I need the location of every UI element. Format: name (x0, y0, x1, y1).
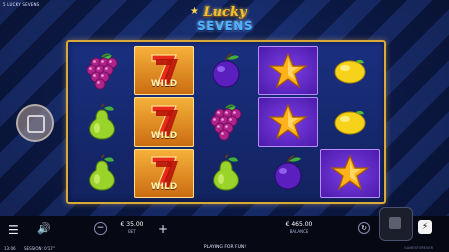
bet-label: BET (128, 229, 136, 234)
reel-symbol-lucky7-wild: WILD (134, 46, 194, 96)
balance-label: BALANCE (289, 229, 309, 234)
reel-symbol-star (258, 46, 318, 96)
game-logo: ★ Lucky SEVENS (182, 6, 268, 38)
reel-symbol-star (258, 97, 318, 147)
reel-grid: WILD WILD WILD (72, 46, 380, 198)
stop-icon (389, 217, 401, 229)
grapes-icon (210, 104, 242, 141)
reel-symbol-lucky7-wild: WILD (134, 97, 194, 147)
balance-value: € 465.00 (285, 221, 313, 228)
star-icon (268, 52, 308, 89)
menu-icon[interactable]: ☰ (8, 223, 19, 237)
wild-label: WILD (150, 79, 178, 90)
spin-button[interactable] (379, 207, 413, 241)
lemon-icon (334, 110, 366, 135)
logo-line2: SEVENS (196, 19, 253, 33)
reel-symbol-lemon (320, 46, 380, 95)
game-title: 5 LUCKY SEVENS (3, 2, 40, 7)
reel-symbol-star (320, 148, 380, 198)
status-text: PLAYING FOR FUN! (203, 245, 247, 250)
side-action-button[interactable] (16, 104, 54, 142)
clock: 13:06 (4, 246, 16, 251)
speaker-icon[interactable]: 🔊 (37, 222, 51, 235)
square-icon (27, 115, 45, 133)
reel-symbol-grapes (72, 46, 132, 95)
wild-label: WILD (150, 130, 178, 141)
bet-increase-button[interactable]: + (158, 222, 168, 236)
turbo-button[interactable]: ⚡ (418, 220, 432, 234)
reel-symbol-pear (196, 149, 256, 198)
reel-symbol-grapes (196, 97, 256, 146)
bottom-bar: ☰ 🔊 − € 35.00 BET + € 465.00 BALANCE ↻ ⚡… (0, 207, 449, 252)
reel-symbol-pear (72, 97, 132, 146)
plum-icon (274, 155, 302, 190)
reel-symbol-lemon (320, 97, 380, 146)
lightning-icon: ⚡ (421, 222, 429, 232)
reel-symbol-lucky7-wild: WILD (134, 148, 194, 198)
pear-icon (89, 103, 115, 140)
bet-decrease-button[interactable]: − (94, 222, 107, 235)
pear-icon (89, 154, 115, 191)
autoplay-icon[interactable]: ↻ (358, 222, 370, 234)
star-icon (268, 103, 308, 140)
wild-label: WILD (150, 181, 178, 192)
bet-value: € 35.00 (120, 221, 144, 228)
logo-star-icon: ★ (190, 6, 199, 17)
session-timer: SESSION: 0'17'' (24, 246, 56, 251)
plum-icon (212, 52, 240, 88)
reel-symbol-pear (72, 149, 132, 198)
reel-symbol-plum (258, 149, 318, 198)
pear-icon (213, 154, 239, 191)
reel-symbol-plum (196, 46, 256, 95)
provider-label: GAMESFOREVER (404, 246, 434, 250)
star-icon (330, 154, 370, 191)
grapes-icon (86, 53, 118, 90)
reel-frame: WILD WILD WILD (66, 40, 386, 204)
lemon-icon (334, 59, 366, 84)
